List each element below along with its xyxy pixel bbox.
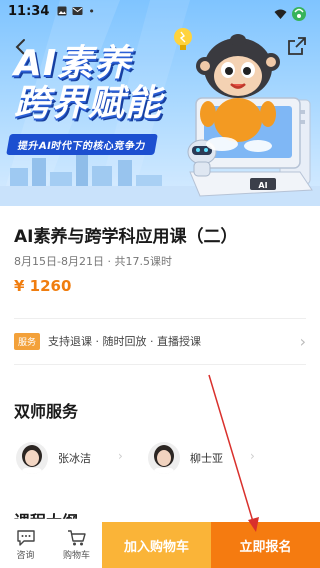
image-notification-icon: [57, 6, 67, 16]
shopping-cart-icon: [67, 529, 86, 545]
course-schedule: 8月15日-8月21日 · 共17.5课时: [14, 255, 172, 268]
service-badge: 服务: [14, 332, 41, 350]
divider: [14, 318, 306, 319]
chat-icon: [16, 529, 35, 546]
enroll-now-button[interactable]: 立即报名: [211, 522, 320, 568]
teacher-name: 柳士亚: [190, 452, 223, 465]
status-time: 11:34: [8, 3, 50, 19]
teachers-section-title: 双师服务: [14, 402, 79, 421]
course-banner: AI 11:34 • AI素养 跨界赋能 提升AI时代下的核心竞争力: [0, 0, 320, 206]
service-description: 支持退课 · 随时回放 · 直播授课: [48, 335, 201, 348]
computer-ai-label: AI: [258, 181, 267, 190]
teacher-card[interactable]: 张冰洁 ›: [16, 440, 128, 476]
share-icon[interactable]: [286, 35, 308, 57]
chevron-right-icon: ›: [250, 449, 255, 463]
bottom-action-bar: 咨询 购物车 加入购物车 立即报名: [0, 522, 320, 568]
teacher-name: 张冰洁: [58, 452, 91, 465]
banner-headline: AI素养 跨界赋能: [14, 44, 162, 124]
chevron-right-icon: ›: [299, 332, 306, 351]
mail-notification-icon: [72, 7, 83, 15]
status-indicators: [274, 4, 306, 24]
banner-headline-line2: 跨界赋能: [14, 83, 163, 124]
status-bar: 11:34 •: [0, 0, 320, 22]
assistant-bubble-icon[interactable]: [292, 4, 306, 24]
consult-button[interactable]: 咨询: [0, 522, 51, 568]
banner-headline-line1: AI素养: [14, 43, 132, 84]
cart-label: 购物车: [62, 550, 90, 561]
more-notifications-icon: •: [88, 4, 95, 18]
consult-label: 咨询: [16, 550, 35, 561]
avatar: [148, 442, 180, 474]
add-to-cart-button[interactable]: 加入购物车: [102, 522, 211, 568]
teacher-card[interactable]: 柳士亚 ›: [148, 440, 260, 476]
banner-subtitle: 提升AI时代下的核心竞争力: [6, 134, 158, 155]
wifi-icon: [274, 9, 287, 19]
teacher-avatar-icon: [16, 442, 48, 474]
avatar: [16, 442, 48, 474]
course-price: ¥ 1260: [14, 277, 72, 295]
cart-nav-button[interactable]: 购物车: [51, 522, 102, 568]
service-row[interactable]: 服务 支持退课 · 随时回放 · 直播授课 ›: [14, 330, 306, 352]
teacher-avatar-icon: [148, 442, 180, 474]
course-title: AI素养与跨学科应用课（二）: [14, 227, 238, 247]
divider: [14, 364, 306, 365]
chevron-right-icon: ›: [118, 449, 123, 463]
